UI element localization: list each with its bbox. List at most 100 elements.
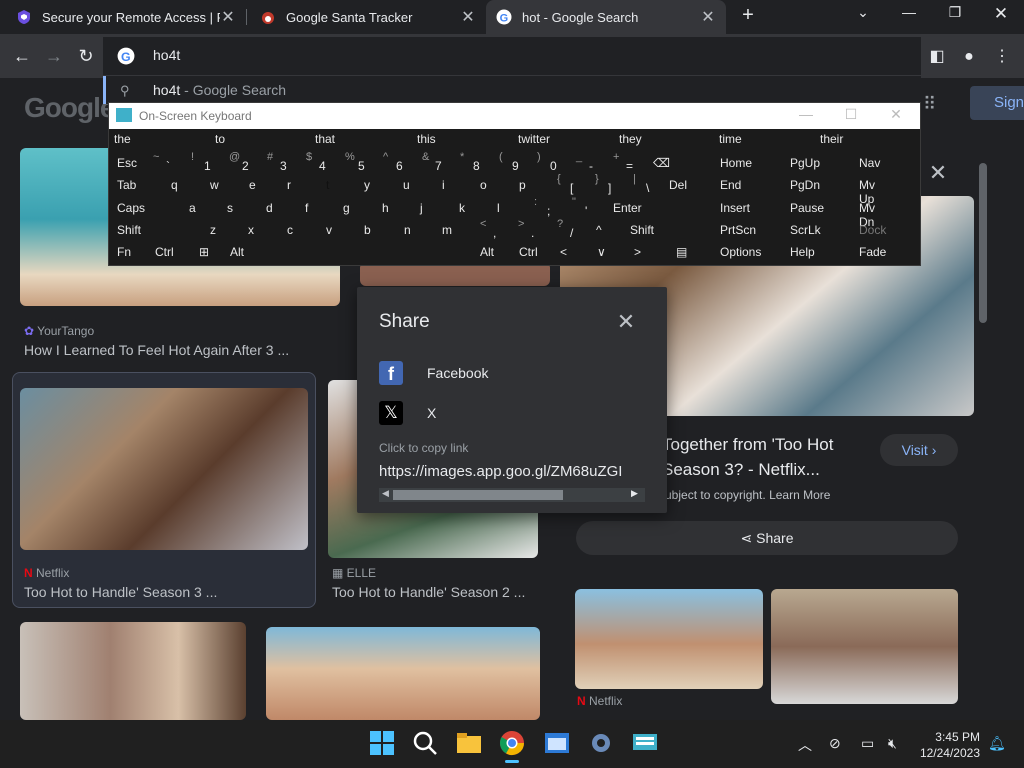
page-scrollbar[interactable] <box>974 145 992 705</box>
tab-hot-search[interactable]: G hot - Google Search ✕ <box>486 0 726 34</box>
tab-santa-tracker[interactable]: Google Santa Tracker ✕ <box>250 0 486 34</box>
netflix-icon: N <box>24 566 36 580</box>
osk-titlebar[interactable]: On-Screen Keyboard — ☐ ✕ <box>109 103 920 129</box>
sign-in-button[interactable]: Sign <box>970 86 1024 120</box>
settings-icon[interactable] <box>586 728 616 758</box>
tab-secure-remote[interactable]: Secure your Remote Access | Per ✕ <box>6 0 246 34</box>
result-caption[interactable]: Too Hot to Handle' Season 3 ... <box>24 584 304 600</box>
reload-icon[interactable]: ↻ <box>72 42 100 70</box>
windows-icon[interactable] <box>367 728 397 758</box>
svg-text:G: G <box>121 50 131 64</box>
clock[interactable]: 3:45 PM 12/24/2023 <box>918 729 980 761</box>
tab-title: Secure your Remote Access | Per <box>42 9 220 25</box>
new-tab-button[interactable]: + <box>737 4 759 30</box>
prediction-this[interactable]: this <box>417 132 436 150</box>
visit-button[interactable]: Visit › <box>880 434 958 466</box>
close-icon[interactable]: ✕ <box>700 7 716 27</box>
result-image[interactable] <box>266 627 540 720</box>
result-caption[interactable]: How I Learned To Feel Hot Again After 3 … <box>24 342 324 358</box>
result-image[interactable] <box>20 388 308 550</box>
share-x[interactable]: 𝕏 X <box>379 401 639 429</box>
prediction-their[interactable]: their <box>820 132 843 150</box>
no-battery-icon[interactable]: ⊘ <box>829 735 841 752</box>
tab-separator <box>246 9 247 25</box>
scrollbar-thumb[interactable] <box>979 163 987 323</box>
netflix-icon: N <box>577 694 589 708</box>
osk-icon[interactable] <box>630 728 660 758</box>
close-icon[interactable]: ✕ <box>220 7 236 27</box>
close-icon[interactable]: ✕ <box>460 7 476 27</box>
sidebar-icon[interactable]: ◧ <box>924 44 950 70</box>
share-facebook-label: Facebook <box>427 365 489 381</box>
copyright-note: ubject to copyright. Learn More <box>665 488 831 502</box>
url-scrollbar[interactable]: ◀ ▶ <box>379 488 645 502</box>
google-logo[interactable]: Google <box>24 92 115 124</box>
scroll-right-icon[interactable]: ▶ <box>631 488 638 499</box>
url-scrollbar-thumb[interactable] <box>393 490 563 500</box>
learn-more-link[interactable]: Learn More <box>769 488 830 502</box>
on-screen-keyboard: On-Screen Keyboard — ☐ ✕ the to that this tw… <box>108 102 921 266</box>
osk-close-button[interactable]: ✕ <box>881 106 911 123</box>
tab-title: hot - Google Search <box>522 9 639 25</box>
vpn-shield-icon <box>18 10 30 24</box>
share-url-field[interactable]: https://images.app.goo.gl/ZM68uZGI <box>379 463 645 480</box>
preview-title[interactable]: Together from 'Too Hot Season 3? - Netfl… <box>662 432 872 482</box>
omnibox-suggestion[interactable]: ⚲ ho4t - Google Search <box>103 76 921 104</box>
window-app-icon[interactable] <box>542 728 572 758</box>
result-source: N Netflix <box>24 566 70 580</box>
related-image[interactable] <box>575 589 763 689</box>
close-icon[interactable]: ✕ <box>927 160 949 185</box>
prediction-time[interactable]: time <box>719 132 742 150</box>
share-button[interactable]: ⋖ Share <box>576 521 958 555</box>
tray-chevron-icon[interactable]: ︿ <box>798 735 812 755</box>
facebook-icon: f <box>379 361 403 385</box>
tab-title: Google Santa Tracker <box>286 9 413 25</box>
google-g-icon: G <box>117 47 135 65</box>
taskbar-search-icon[interactable] <box>410 728 440 758</box>
volume-muted-icon[interactable]: 🔇︎ <box>888 735 897 752</box>
scroll-left-icon[interactable]: ◀ <box>382 488 389 499</box>
clock-date: 12/24/2023 <box>919 746 980 760</box>
x-icon: 𝕏 <box>379 401 403 425</box>
osk-icon <box>116 108 132 122</box>
result-image[interactable] <box>20 622 246 720</box>
restore-button[interactable]: ❐ <box>935 4 975 28</box>
result-caption[interactable]: Too Hot to Handle' Season 2 ... <box>332 584 542 600</box>
osk-minimize-button[interactable]: — <box>791 106 821 122</box>
address-bar[interactable]: G ho4t <box>103 37 921 75</box>
back-icon[interactable]: ← <box>8 42 36 70</box>
share-x-label: X <box>427 405 437 421</box>
svg-text:G: G <box>500 13 509 25</box>
prediction-twitter[interactable]: twitter <box>518 132 550 150</box>
result-source: ✿ YourTango <box>24 324 95 338</box>
forward-icon[interactable]: → <box>40 42 68 70</box>
close-icon[interactable]: ✕ <box>615 309 637 334</box>
apps-grid-icon[interactable]: ⠿ <box>923 94 947 114</box>
search-icon: ⚲ <box>120 83 130 98</box>
yourtango-icon: ✿ <box>24 324 38 338</box>
prediction-the[interactable]: the <box>114 132 131 150</box>
prediction-that[interactable]: that <box>315 132 335 150</box>
share-facebook[interactable]: f Facebook <box>379 361 639 389</box>
bell-icon[interactable]: 🔔︎ <box>988 735 1006 752</box>
network-icon[interactable]: ▭ <box>861 735 874 752</box>
related-image[interactable] <box>771 589 958 704</box>
share-title: Share <box>379 311 430 332</box>
chrome-icon[interactable] <box>497 728 527 758</box>
google-g-icon: G <box>496 9 512 25</box>
menu-icon[interactable]: ⋮ <box>989 44 1015 70</box>
share-dialog: Share ✕ f Facebook 𝕏 X Click to copy lin… <box>357 287 667 513</box>
elle-icon: ▦ <box>332 566 347 580</box>
clock-time: 3:45 PM <box>935 730 980 744</box>
prediction-they[interactable]: they <box>619 132 642 150</box>
active-app-indicator <box>505 760 519 763</box>
window-close-button[interactable]: ✕ <box>981 4 1021 28</box>
explorer-icon[interactable] <box>454 728 484 758</box>
result-source: ▦ ELLE <box>332 566 377 580</box>
osk-maximize-button[interactable]: ☐ <box>836 106 866 123</box>
tab-search-chevron-icon[interactable]: ⌄ <box>843 4 883 28</box>
prediction-to[interactable]: to <box>215 132 225 150</box>
copy-hint: Click to copy link <box>379 441 469 455</box>
minimize-button[interactable]: — <box>889 4 929 28</box>
profile-icon[interactable]: ● <box>956 44 982 70</box>
